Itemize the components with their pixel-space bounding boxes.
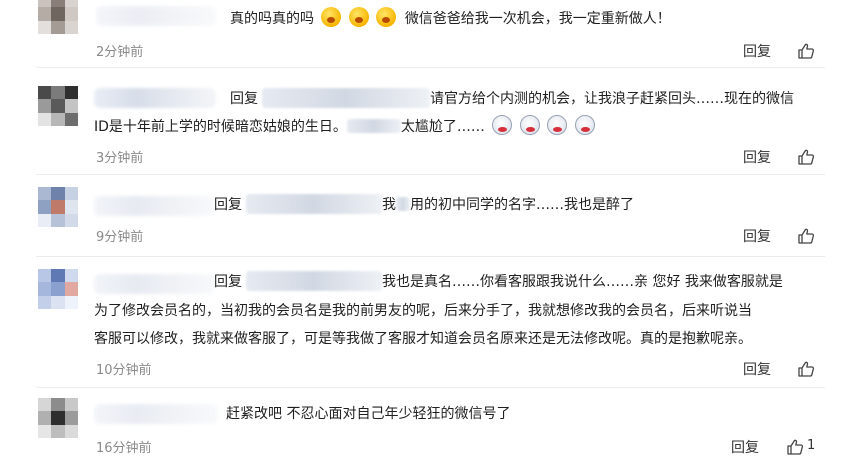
avatar[interactable] [38,398,78,438]
scared-face-icon [492,115,513,135]
comment-text: 回复 我用的初中同学的名字……我也是醉了 [214,191,634,219]
blurred-username [94,404,218,424]
comment-text-line1: 请官方给个内测的机会，让我浪子赶紧回头……现在的微信 [430,91,794,107]
thumbs-up-icon[interactable] [786,438,804,456]
thumbs-up-icon[interactable] [797,148,815,166]
timestamp: 2分钟前 [96,45,144,60]
reply-prefix: 回复 [214,274,242,290]
avatar[interactable] [38,0,78,34]
comment-3: 回复 我用的初中同学的名字……我也是醉了 9分钟前 回复 [0,175,861,257]
redacted-mention [262,88,430,108]
comment-text-start: 真的吗真的吗 [230,11,314,27]
comment-text-end: 微信爸爸给我一次机会，我一定重新做人！ [404,11,671,27]
scared-face-icon [574,115,595,135]
comment-text-line3: 客服可以修改，我就来做客服了，可是等我做了客服才知道会员名原来还是无法修改呢。真… [94,331,752,347]
blurred-username [94,274,214,294]
reply-button[interactable]: 回复 [743,359,771,379]
redacted-mention [246,271,382,291]
reply-button[interactable]: 回复 [731,437,759,457]
astonished-face-icon [321,7,342,27]
scared-face-icon [547,115,568,135]
comment-4: 回复 我也是真名……你看客服跟我说什么……亲 您好 我来做客服就是 为了修改会员名… [0,257,861,388]
redacted-mention [246,194,382,214]
like-count: 1 [807,438,816,453]
timestamp: 9分钟前 [96,230,144,245]
thumbs-up-icon[interactable] [797,360,815,378]
comment-text-segment: ID是十年前上学的时候暗恋姑娘的生日。 [94,119,347,135]
comment-text-segment: 我也是真名……你看客服跟我说什么……亲 您好 我来做客服就是 [382,274,783,290]
comment-2: 回复 请官方给个内测的机会，让我浪子赶紧回头……现在的微信 ID是十年前上学的时候… [0,68,861,175]
reply-prefix: 回复 [214,197,242,213]
reply-button[interactable]: 回复 [743,41,771,61]
comment-text-segment: 太尴尬了…… [400,119,485,135]
timestamp: 10分钟前 [96,363,152,378]
comment-text-line1: 回复 我也是真名……你看客服跟我说什么……亲 您好 我来做客服就是 [214,268,783,296]
blurred-username [94,88,216,108]
avatar[interactable] [38,86,78,126]
comment-text-segment: 用的初中同学的名字……我也是醉了 [410,197,634,213]
comment-text: 回复 请官方给个内测的机会，让我浪子赶紧回头……现在的微信 [230,85,794,113]
astonished-face-icon [348,7,369,27]
blurred-username [96,6,216,26]
thumbs-up-icon[interactable] [797,227,815,245]
reply-button[interactable]: 回复 [743,147,771,167]
comment-text-line2: 为了修改会员名的，当初我的会员名是我的前男友的呢，后来分手了，我就想修改我的会员… [94,303,752,319]
comment-text: 赶紧改吧 不忍心面对自己年少轻狂的微信号了 [226,406,511,422]
redacted-text [346,119,401,133]
avatar[interactable] [38,187,78,227]
comment-text-line2: ID是十年前上学的时候暗恋姑娘的生日。 太尴尬了…… [94,113,595,141]
comment-1: 真的吗真的吗 微信爸爸给我一次机会，我一定重新做人！ 2分钟前 回复 [0,0,861,68]
reply-prefix: 回复 [230,91,258,107]
comment-text: 真的吗真的吗 微信爸爸给我一次机会，我一定重新做人！ [230,5,671,33]
comment-text-segment: 我 [382,197,396,213]
comment-5: 赶紧改吧 不忍心面对自己年少轻狂的微信号了 16分钟前 回复 1 [0,388,861,468]
avatar[interactable] [38,269,78,309]
thumbs-up-icon[interactable] [797,42,815,60]
timestamp: 3分钟前 [96,151,144,166]
reply-button[interactable]: 回复 [743,226,771,246]
timestamp: 16分钟前 [96,441,152,456]
blurred-username [94,196,214,216]
astonished-face-icon [376,7,397,27]
redacted-text [396,197,410,211]
scared-face-icon [519,115,540,135]
